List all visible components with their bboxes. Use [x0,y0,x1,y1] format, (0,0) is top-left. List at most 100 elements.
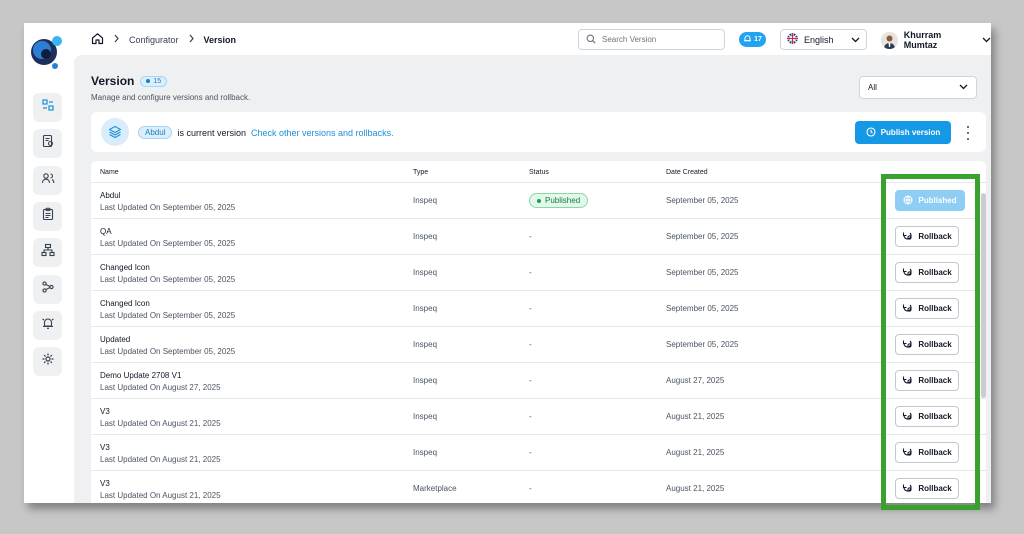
app-window: Configurator Version 17 English Khurram … [24,23,991,503]
version-date: September 05, 2025 [666,304,739,313]
column-header-date: Date Created [666,169,708,176]
type-filter-select[interactable]: All [859,76,977,99]
alarm-icon [743,34,752,45]
version-type: Inspeq [413,412,438,421]
banner-text: Abdul is current version Check other ver… [138,126,394,139]
column-header-type: Type [413,169,429,176]
layers-icon [101,118,129,146]
chevron-down-icon [959,83,968,92]
sidebar-item-hierarchy[interactable] [33,238,62,267]
table-scrollbar[interactable] [981,193,986,398]
version-date: September 05, 2025 [666,196,739,205]
breadcrumb: Configurator Version [91,32,236,47]
sidebar-item-reports[interactable] [33,129,62,158]
version-updated: Last Updated On September 05, 2025 [100,311,236,320]
language-label: English [804,34,834,45]
version-count: 15 [153,77,162,85]
version-updated: Last Updated On September 05, 2025 [100,275,236,284]
filter-value: All [868,83,877,92]
column-header-status: Status [529,169,549,176]
version-type: Inspeq [413,376,438,385]
version-updated: Last Updated On September 05, 2025 [100,347,236,356]
version-name: V3 [100,479,110,488]
uk-flag-icon [787,33,798,46]
sidebar-item-settings[interactable] [33,347,62,376]
sidebar-item-versions[interactable] [33,93,62,122]
settings-icon [41,352,55,371]
version-updated: Last Updated On September 05, 2025 [100,239,236,248]
version-name: Demo Update 2708 V1 [100,371,182,380]
notification-button[interactable]: 17 [739,32,766,47]
version-name: Abdul [100,191,121,200]
version-date: September 05, 2025 [666,268,739,277]
versions-icon [41,98,55,117]
version-type: Inspeq [413,232,438,241]
sidebar-item-workflow[interactable] [33,275,62,304]
version-name: Changed Icon [100,263,150,272]
status-text: Published [545,196,581,205]
status-text: - [529,448,532,457]
versions-table: Name Type Status Date Created Abdul Last … [91,161,986,503]
version-date: August 27, 2025 [666,376,725,385]
version-type: Inspeq [413,448,438,457]
language-select[interactable]: English [780,29,867,50]
sidebar-item-alarms[interactable] [33,311,62,340]
home-icon[interactable] [91,32,104,47]
user-menu[interactable]: Khurram Mumtaz [881,30,991,50]
version-date: September 05, 2025 [666,340,739,349]
other-versions-link[interactable]: Check other versions and rollbacks. [251,128,394,138]
chevron-down-icon [982,35,991,45]
status-text: - [529,376,532,385]
status-text: - [529,268,532,277]
hierarchy-icon [40,243,55,262]
version-type: Inspeq [413,196,438,205]
reports-icon [41,134,55,153]
table-row: Demo Update 2708 V1 Last Updated On Augus… [91,363,986,399]
current-version-chip: Abdul [138,126,173,139]
page-subtitle: Manage and configure versions and rollba… [91,93,251,102]
version-type: Inspeq [413,268,438,277]
sidebar-item-users[interactable] [33,166,62,195]
table-row: V3 Last Updated On August 21, 2025 Inspeq… [91,435,986,471]
table-row: V3 Last Updated On August 21, 2025 Inspeq… [91,399,986,435]
status-text: - [529,232,532,241]
search-box[interactable] [578,29,725,50]
current-version-banner: Abdul is current version Check other ver… [91,112,986,152]
version-updated: Last Updated On September 05, 2025 [100,203,236,212]
main-content: Version 15 Manage and configure versions… [74,55,991,503]
version-updated: Last Updated On August 27, 2025 [100,383,221,392]
action-column-highlight [881,174,980,510]
app-logo[interactable] [27,31,67,71]
breadcrumb-configurator[interactable]: Configurator [129,35,179,45]
search-input[interactable] [602,35,712,44]
notification-count: 17 [754,36,762,43]
publish-version-button[interactable]: Publish version [855,121,951,144]
search-icon [586,31,596,49]
table-row: Changed Icon Last Updated On September 05… [91,291,986,327]
publish-version-label: Publish version [880,128,941,137]
more-options-icon[interactable] [965,126,971,140]
version-date: August 21, 2025 [666,484,725,493]
breadcrumb-version: Version [203,34,237,45]
page-title-text: Version [91,74,135,88]
version-name: V3 [100,407,110,416]
version-name: Updated [100,335,131,344]
table-row: Abdul Last Updated On September 05, 2025 … [91,183,986,219]
sidebar [24,23,74,503]
status-text: - [529,304,532,313]
chevron-right-icon [188,34,195,45]
version-type: Marketplace [413,484,457,493]
sidebar-item-clipboard[interactable] [33,202,62,231]
version-name: Changed Icon [100,299,150,308]
table-header: Name Type Status Date Created [91,161,986,183]
status-text: - [529,484,532,493]
version-updated: Last Updated On August 21, 2025 [100,491,221,500]
banner-message: is current version [177,127,246,138]
version-type: Inspeq [413,340,438,349]
top-bar: Configurator Version 17 English Khurram … [74,23,991,55]
table-row: Changed Icon Last Updated On September 05… [91,255,986,291]
clock-icon [866,126,876,139]
version-date: August 21, 2025 [666,412,725,421]
page-title: Version 15 [91,74,168,88]
version-updated: Last Updated On August 21, 2025 [100,419,221,428]
